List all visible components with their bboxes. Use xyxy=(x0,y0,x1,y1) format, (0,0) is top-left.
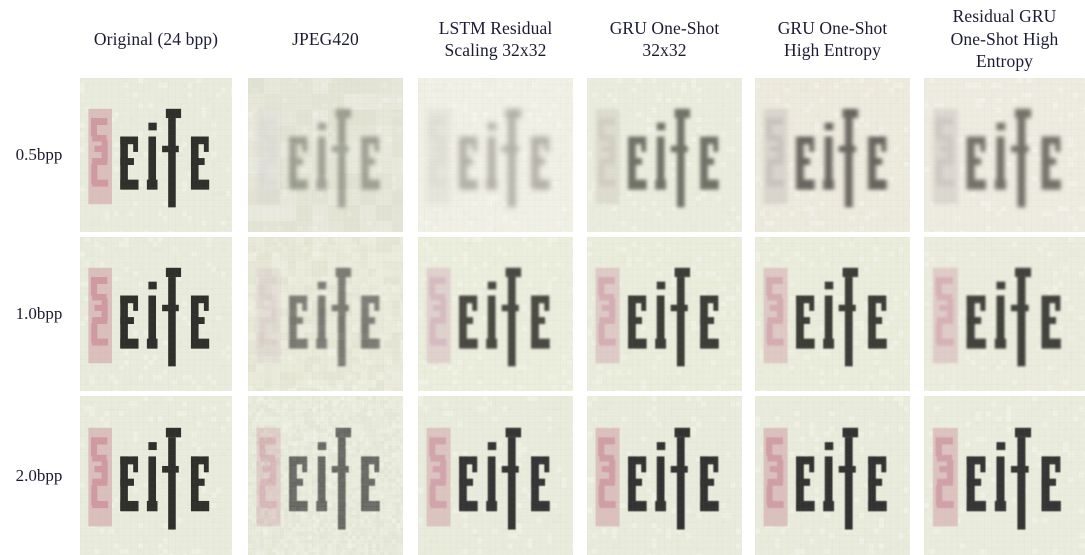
image-cell-original-r20 xyxy=(80,396,232,555)
image-cell-res-gru-he-r10 xyxy=(924,237,1085,391)
image-cell-gru32-r10 xyxy=(587,237,742,391)
image-cell-lstm-r10 xyxy=(418,237,573,391)
image-cell-lstm-r05 xyxy=(418,78,573,232)
image-cell-jpeg420-r05 xyxy=(248,78,403,232)
image-cell-gru32-r05 xyxy=(587,78,742,232)
compression-comparison-figure: Original (24 bpp) JPEG420 LSTM Residual … xyxy=(0,0,1085,555)
image-cell-original-r10 xyxy=(80,237,232,391)
image-cell-original-r05 xyxy=(80,78,232,232)
image-cell-jpeg420-r10 xyxy=(248,237,403,391)
image-cell-jpeg420-r20 xyxy=(248,396,403,555)
image-cell-res-gru-he-r05 xyxy=(924,78,1085,232)
image-cell-gru-he-r20 xyxy=(755,396,910,555)
image-cell-gru-he-r10 xyxy=(755,237,910,391)
image-cell-res-gru-he-r20 xyxy=(924,396,1085,555)
image-cell-gru-he-r05 xyxy=(755,78,910,232)
image-cell-gru32-r20 xyxy=(587,396,742,555)
image-cell-lstm-r20 xyxy=(418,396,573,555)
image-grid xyxy=(0,0,1085,555)
